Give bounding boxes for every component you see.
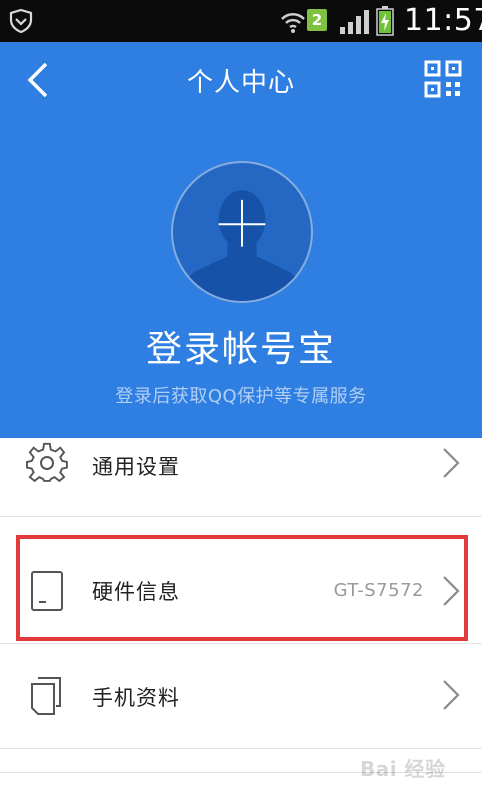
- device-model-value: GT-S7572: [333, 580, 424, 601]
- menu-item-hardware-info[interactable]: 硬件信息 GT-S7572: [0, 540, 482, 640]
- menu-item-label: 手机资料: [92, 686, 180, 710]
- gear-icon: [26, 442, 68, 483]
- menu-item-label: 硬件信息: [92, 580, 180, 604]
- menu-item-general-settings[interactable]: 通用设置: [0, 438, 482, 516]
- chevron-right-icon: [443, 448, 460, 478]
- chevron-right-icon: [443, 576, 460, 606]
- phone-device-icon: [31, 571, 63, 611]
- page-title: 个人中心: [186, 68, 295, 98]
- menu-item-phone-data[interactable]: 手机资料: [0, 644, 482, 748]
- documents-icon: [31, 677, 61, 715]
- avatar[interactable]: [171, 161, 313, 303]
- menu-item-label: 通用设置: [92, 455, 180, 479]
- profile-header: 个人中心 登录帐号宝 登录后获取QQ保护等专属服务: [0, 42, 482, 438]
- sim-badge: 2: [307, 9, 327, 31]
- chevron-right-icon: [443, 680, 460, 710]
- person-silhouette-icon: [182, 190, 302, 301]
- signal-icon: [340, 10, 369, 34]
- divider: [0, 516, 482, 517]
- divider: [0, 748, 482, 749]
- wifi-icon: [281, 12, 305, 33]
- login-subtitle: 登录后获取QQ保护等专属服务: [115, 386, 367, 407]
- clock: 11:57: [404, 3, 482, 38]
- battery-charging-icon: [376, 6, 394, 36]
- watermark: Bai 经验: [360, 757, 446, 781]
- status-bar: 2 11:57: [0, 0, 482, 42]
- login-title[interactable]: 登录帐号宝: [0, 320, 482, 372]
- qr-code-icon[interactable]: [424, 60, 462, 98]
- shield-icon: [9, 8, 33, 34]
